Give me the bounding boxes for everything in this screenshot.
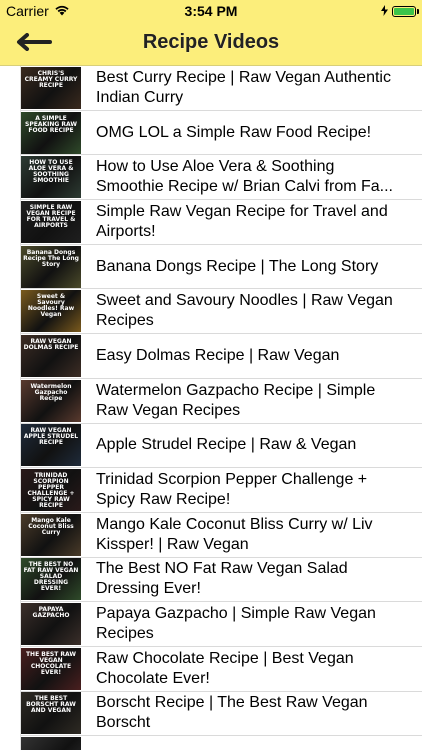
thumbnail-caption: THE BEST BORSCHT RAW AND VEGAN xyxy=(26,695,76,715)
thumbnail-caption: RAW VEGAN DOLMAS RECIPE xyxy=(23,337,79,351)
thumbnail-caption: THE BEST RAW VEGAN CHOCOLATE EVER! xyxy=(25,650,77,676)
nav-bar: Recipe Videos xyxy=(0,22,422,66)
video-list-item[interactable]: RAW VEGAN DOLMAS RECIPE Easy Dolmas Recip… xyxy=(21,334,422,379)
video-thumbnail: SIMPLE RAW VEGAN RECIPE FOR TRAVEL & AIR… xyxy=(21,200,81,243)
video-thumbnail: Sweet & Savoury Noodles! Raw Vegan xyxy=(21,290,81,333)
video-thumbnail: Mango Kale Coconut Bliss Curry xyxy=(21,513,81,556)
video-thumbnail: PAPAYA GAZPACHO xyxy=(21,603,81,646)
thumbnail-caption: Mango Kale Coconut Bliss Curry xyxy=(28,516,74,536)
video-title: Best Curry Recipe | Raw Vegan Authentic … xyxy=(96,68,391,106)
battery-level xyxy=(394,7,414,15)
video-thumbnail: Banana Dongs Recipe The Long Story xyxy=(21,245,81,288)
video-list-item[interactable]: HOW TO USE ALOE VERA & SOOTHING SMOOTHIE… xyxy=(21,155,422,201)
thumbnail-image xyxy=(21,737,81,750)
video-thumbnail: A SIMPLE SPEAKING RAW FOOD RECIPE xyxy=(21,111,81,154)
video-title: How to Use Aloe Vera & Soothing Smoothie… xyxy=(96,158,393,196)
video-thumbnail xyxy=(21,737,81,750)
video-list-item[interactable]: Banana Dongs Recipe The Long Story Banana… xyxy=(21,245,422,290)
video-list-item[interactable]: A SIMPLE SPEAKING RAW FOOD RECIPE OMG LOL… xyxy=(21,111,422,156)
video-list-item[interactable]: Best Smoothie Recipes | Fall xyxy=(21,736,422,750)
battery-icon xyxy=(392,5,419,17)
video-title: Apple Strudel Recipe | Raw & Vegan xyxy=(96,436,357,454)
video-list[interactable]: CHRIS'S CREAMY CURRY RECIPE Best Curry Re… xyxy=(20,66,422,750)
video-title: OMG LOL a Simple Raw Food Recipe! xyxy=(96,123,372,141)
video-list-item[interactable]: Sweet & Savoury Noodles! Raw Vegan Sweet … xyxy=(21,289,422,335)
thumbnail-caption: Watermelon Gazpacho Recipe xyxy=(30,382,72,402)
video-title: Easy Dolmas Recipe | Raw Vegan xyxy=(96,346,340,364)
video-list-item[interactable]: THE BEST NO FAT RAW VEGAN SALAD DRESSING… xyxy=(21,558,422,603)
video-list-item[interactable]: THE BEST RAW VEGAN CHOCOLATE EVER! Raw Ch… xyxy=(21,647,422,692)
video-thumbnail: Watermelon Gazpacho Recipe xyxy=(21,379,81,422)
thumbnail-caption: Banana Dongs Recipe The Long Story xyxy=(23,248,79,268)
thumbnail-caption: CHRIS'S CREAMY CURRY RECIPE xyxy=(24,69,78,89)
page-title: Recipe Videos xyxy=(142,31,280,53)
video-title: Mango Kale Coconut Bliss Curry w/ Liv Ki… xyxy=(96,515,373,553)
video-list-item[interactable]: THE BEST BORSCHT RAW AND VEGAN Borscht Re… xyxy=(21,692,422,737)
video-thumbnail: RAW VEGAN DOLMAS RECIPE xyxy=(21,334,81,377)
video-thumbnail: CHRIS'S CREAMY CURRY RECIPE xyxy=(21,66,81,109)
video-title: Raw Chocolate Recipe | Best Vegan Chocol… xyxy=(96,649,354,687)
thumbnail-caption: HOW TO USE ALOE VERA & SOOTHING SMOOTHIE xyxy=(28,159,74,185)
thumbnail-caption: SIMPLE RAW VEGAN RECIPE FOR TRAVEL & AIR… xyxy=(26,203,76,229)
header: Carrier 3:54 PM Recipe Videos xyxy=(0,0,422,66)
video-list-item[interactable]: RAW VEGAN APPLE STRUDEL RECIPE Apple Stru… xyxy=(21,424,422,469)
thumbnail-caption: PAPAYA GAZPACHO xyxy=(32,606,70,620)
thumbnail-caption: RAW VEGAN APPLE STRUDEL RECIPE xyxy=(23,427,79,447)
video-list-item[interactable]: TRINIDAD SCORPION PEPPER CHALLENGE + SPI… xyxy=(21,468,422,513)
video-thumbnail: THE BEST NO FAT RAW VEGAN SALAD DRESSING… xyxy=(21,558,81,601)
video-title: Banana Dongs Recipe | The Long Story xyxy=(96,257,379,275)
video-thumbnail: RAW VEGAN APPLE STRUDEL RECIPE xyxy=(21,424,81,467)
status-bar: Carrier 3:54 PM xyxy=(0,0,422,22)
thumbnail-caption: A SIMPLE SPEAKING RAW FOOD RECIPE xyxy=(25,114,77,134)
video-thumbnail: HOW TO USE ALOE VERA & SOOTHING SMOOTHIE xyxy=(21,156,81,199)
video-thumbnail: THE BEST BORSCHT RAW AND VEGAN xyxy=(21,692,81,735)
video-list-item[interactable]: Mango Kale Coconut Bliss Curry Mango Kale… xyxy=(21,513,422,558)
video-title: Papaya Gazpacho | Simple Raw Vegan Recip… xyxy=(96,605,376,643)
status-right xyxy=(381,3,419,19)
video-list-item[interactable]: SIMPLE RAW VEGAN RECIPE FOR TRAVEL & AIR… xyxy=(21,200,422,245)
status-time: 3:54 PM xyxy=(184,3,238,19)
video-title: Sweet and Savoury Noodles | Raw Vegan Re… xyxy=(96,292,393,330)
thumbnail-caption: Sweet & Savoury Noodles! Raw Vegan xyxy=(27,293,75,319)
thumbnail-caption: TRINIDAD SCORPION PEPPER CHALLENGE + SPI… xyxy=(27,472,75,510)
charging-bolt-icon xyxy=(381,3,388,19)
video-thumbnail: TRINIDAD SCORPION PEPPER CHALLENGE + SPI… xyxy=(21,469,81,512)
thumbnail-caption: THE BEST NO FAT RAW VEGAN SALAD DRESSING… xyxy=(23,561,79,593)
video-title: Borscht Recipe | The Best Raw Vegan Bors… xyxy=(96,694,368,732)
video-list-item[interactable]: Watermelon Gazpacho Recipe Watermelon Gaz… xyxy=(21,379,422,424)
video-title: Watermelon Gazpacho Recipe | Simple Raw … xyxy=(96,381,376,419)
video-list-item[interactable]: CHRIS'S CREAMY CURRY RECIPE Best Curry Re… xyxy=(21,66,422,111)
video-thumbnail: THE BEST RAW VEGAN CHOCOLATE EVER! xyxy=(21,647,81,690)
video-title: Trinidad Scorpion Pepper Challenge + Spi… xyxy=(96,471,368,509)
video-title: Simple Raw Vegan Recipe for Travel and A… xyxy=(96,202,388,240)
video-title: The Best NO Fat Raw Vegan Salad Dressing… xyxy=(96,560,348,598)
video-list-item[interactable]: PAPAYA GAZPACHO Papaya Gazpacho | Simple … xyxy=(21,602,422,647)
